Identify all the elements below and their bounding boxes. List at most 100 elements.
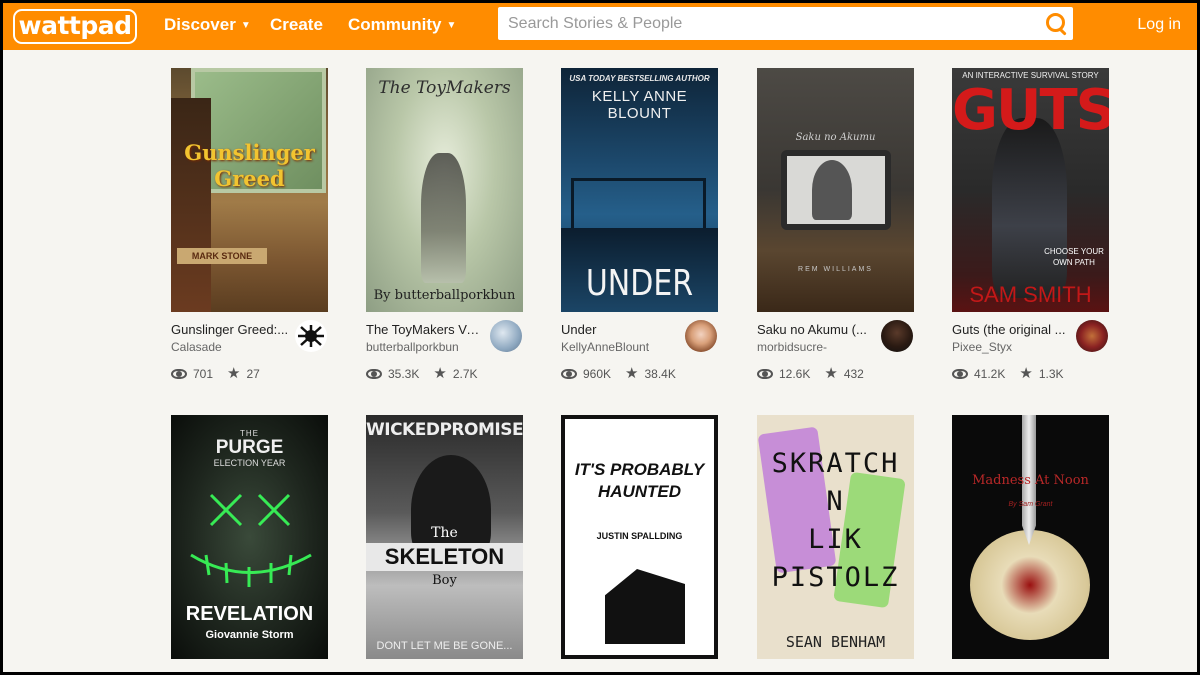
cover-tagline: USA TODAY BESTSELLING AUTHOR: [569, 74, 710, 83]
story-cover[interactable]: SKRATCH N LIK PISTOLZ SEAN BENHAM: [757, 415, 914, 659]
rose-illustration: [970, 530, 1090, 640]
cover-title-line: Gunslinger: [184, 140, 315, 165]
cover-title-line: IT'S PROBABLY: [574, 460, 705, 479]
star-icon: ★: [227, 365, 241, 382]
cover-title-line: HAUNTED: [597, 482, 682, 501]
cover-title-line: LIK: [808, 524, 863, 555]
story-card: THE PURGE ELECTION YEAR REVELATION Giova…: [171, 415, 331, 659]
story-author[interactable]: morbidsucre-: [757, 340, 827, 354]
story-cover[interactable]: AN INTERACTIVE SURVIVAL STORY GUTS CHOOS…: [952, 68, 1109, 312]
nav-create-label: Create: [270, 15, 323, 34]
story-card: The ToyMakers By butterballporkbun The T…: [366, 68, 526, 382]
story-meta: Saku no Akumu (... morbidsucre- 12.6K ★ …: [757, 312, 917, 382]
nav-discover-label: Discover: [164, 15, 236, 34]
story-cover[interactable]: Madness At Noon By Sam Grant: [952, 415, 1109, 659]
wattpad-logo[interactable]: wattpad: [13, 9, 137, 44]
author-avatar[interactable]: [295, 320, 327, 352]
house-illustration: [605, 569, 685, 644]
cover-title: GUTS: [952, 78, 1109, 143]
cover-title-line: Greed: [214, 166, 285, 191]
read-count: 960K: [583, 366, 612, 381]
eye-icon: [561, 368, 577, 379]
story-stats: 701 ★ 27: [171, 366, 260, 381]
story-cover[interactable]: The ToyMakers By butterballporkbun: [366, 68, 523, 312]
search-input[interactable]: [498, 7, 1039, 40]
cover-tagline: ELECTION YEAR: [213, 458, 286, 468]
cover-author: KELLY ANNE BLOUNT: [591, 88, 688, 122]
star-icon: ★: [824, 365, 838, 382]
story-title[interactable]: Guts (the original ...: [952, 322, 1070, 337]
read-count: 12.6K: [779, 366, 811, 381]
author-avatar[interactable]: [1076, 320, 1108, 352]
story-card: Gunslinger Greed MARK STONE Gunslinger G…: [171, 68, 331, 382]
cover-title-line: The: [431, 525, 458, 541]
cover-title: The ToyMakers: [378, 78, 511, 98]
author-avatar[interactable]: [881, 320, 913, 352]
star-icon: ★: [625, 365, 639, 382]
story-stats: 12.6K ★ 432: [757, 366, 864, 381]
cover-title-line: PISTOLZ: [771, 562, 900, 593]
story-stats: 41.2K ★ 1.3K: [952, 366, 1064, 381]
cover-author: By Sam Grant: [1008, 501, 1053, 508]
login-link[interactable]: Log in: [1137, 16, 1181, 34]
story-cover[interactable]: USA TODAY BESTSELLING AUTHOR KELLY ANNE …: [561, 68, 718, 312]
cover-tagline: DONT LET ME BE GONE...: [376, 640, 513, 652]
story-author[interactable]: Calasade: [171, 340, 222, 354]
story-card: WICKEDPROMISES The SKELETON Boy DONT LET…: [366, 415, 526, 659]
cover-title: IT'S PROBABLY HAUNTED: [565, 459, 714, 503]
story-cover[interactable]: THE PURGE ELECTION YEAR REVELATION Giova…: [171, 415, 328, 659]
story-card: AN INTERACTIVE SURVIVAL STORY GUTS CHOOS…: [952, 68, 1112, 382]
cover-author: REM WILLIAMS: [798, 266, 873, 273]
story-cover[interactable]: Gunslinger Greed MARK STONE: [171, 68, 328, 312]
eye-icon: [952, 368, 968, 379]
eye-icon: [757, 368, 773, 379]
cover-title-line: N: [826, 486, 845, 517]
cover-header: WICKEDPROMISES: [366, 420, 523, 440]
vote-count: 432: [843, 366, 864, 381]
star-icon: ★: [1019, 365, 1033, 382]
story-author[interactable]: butterballporkbun: [366, 340, 459, 354]
nav-community-label: Community: [348, 15, 442, 34]
caret-down-icon: ▼: [240, 20, 251, 31]
caret-down-icon: ▼: [446, 20, 457, 31]
nav-community[interactable]: Community ▼: [348, 15, 456, 35]
search-box: [498, 7, 1073, 40]
author-avatar[interactable]: [490, 320, 522, 352]
story-cover[interactable]: Saku no Akumu REM WILLIAMS: [757, 68, 914, 312]
story-stats: 35.3K ★ 2.7K: [366, 366, 478, 381]
cover-title-line: Boy: [432, 573, 457, 588]
nav-create[interactable]: Create: [270, 15, 323, 35]
story-author[interactable]: KellyAnneBlount: [561, 340, 649, 354]
story-card: SKRATCH N LIK PISTOLZ SEAN BENHAM: [757, 415, 917, 659]
cover-author: MARK STONE: [177, 248, 267, 264]
cover-title: Gunslinger Greed: [171, 140, 328, 192]
cover-author: Giovannie Storm: [205, 629, 294, 641]
cover-author: By butterballporkbun: [373, 288, 516, 303]
cover-title: PURGE: [215, 437, 284, 458]
star-icon: ★: [433, 365, 447, 382]
cover-title: Saku no Akumu: [795, 132, 876, 143]
story-card: Saku no Akumu REM WILLIAMS Saku no Akumu…: [757, 68, 917, 382]
nav-discover[interactable]: Discover ▼: [164, 15, 251, 35]
author-avatar[interactable]: [685, 320, 717, 352]
story-cover[interactable]: IT'S PROBABLY HAUNTED JUSTIN SPALLDING: [561, 415, 718, 659]
figure-illustration: [171, 98, 211, 312]
search-icon[interactable]: [1039, 7, 1073, 40]
story-cover[interactable]: WICKEDPROMISES The SKELETON Boy DONT LET…: [366, 415, 523, 659]
eye-icon: [366, 368, 382, 379]
story-title[interactable]: The ToyMakers Vo...: [366, 322, 484, 337]
story-meta: Gunslinger Greed:... Calasade 701 ★ 27: [171, 312, 331, 382]
cover-author: SAM SMITH: [969, 282, 1092, 307]
figure-illustration: [812, 160, 852, 220]
vote-count: 38.4K: [644, 366, 676, 381]
story-title[interactable]: Saku no Akumu (...: [757, 322, 875, 337]
eye-icon: [171, 368, 187, 379]
story-author[interactable]: Pixee_Styx: [952, 340, 1012, 354]
story-title[interactable]: Gunslinger Greed:...: [171, 322, 289, 337]
story-title[interactable]: Under: [561, 322, 679, 337]
story-card: USA TODAY BESTSELLING AUTHOR KELLY ANNE …: [561, 68, 721, 382]
story-card: IT'S PROBABLY HAUNTED JUSTIN SPALLDING: [561, 415, 721, 659]
cover-subtitle: REVELATION: [185, 603, 314, 625]
cover-title: UNDER: [585, 262, 694, 305]
vote-count: 27: [246, 366, 260, 381]
